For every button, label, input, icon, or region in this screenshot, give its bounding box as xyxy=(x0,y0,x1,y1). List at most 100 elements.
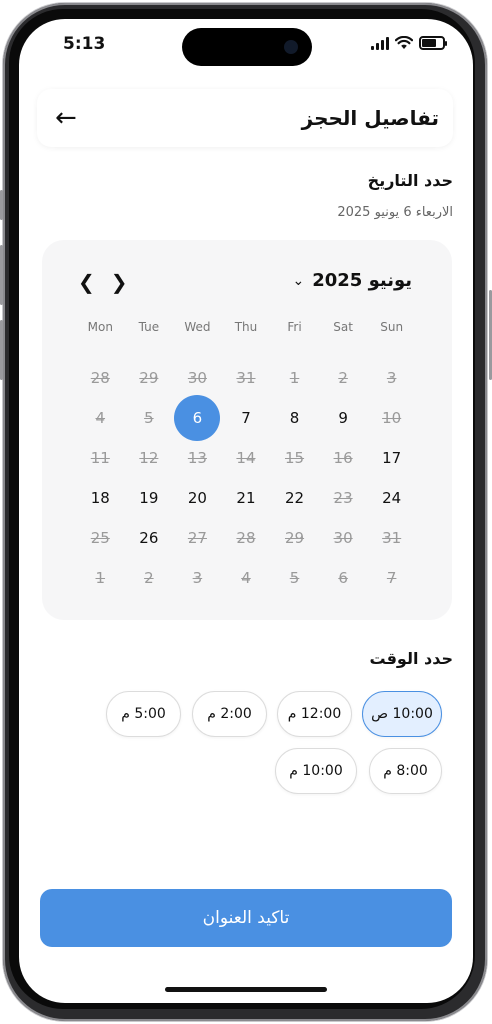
calendar-day[interactable]: 7 xyxy=(222,398,271,438)
calendar-day: 1 xyxy=(76,558,125,598)
calendar-day[interactable]: 22 xyxy=(270,478,319,518)
time-slot[interactable]: 8:00 م xyxy=(369,748,442,794)
screen: 5:13 ← تفاصيل الحجز حدد التاريخ الاربعاء… xyxy=(19,19,473,1003)
day-number: 16 xyxy=(333,449,353,467)
calendar-day: 29 xyxy=(270,518,319,558)
calendar-day[interactable]: 8 xyxy=(270,398,319,438)
day-number: 3 xyxy=(192,569,203,587)
day-number: 11 xyxy=(90,449,110,467)
day-number: 5 xyxy=(144,409,154,427)
weekday-label: Sun xyxy=(380,320,404,334)
signal-icon xyxy=(371,37,389,50)
calendar-day: 3 xyxy=(173,558,222,598)
time-slot[interactable]: 12:00 م xyxy=(277,691,352,737)
confirm-button[interactable]: تاكيد العنوان xyxy=(40,889,452,947)
month-selector[interactable]: يونيو 2025 ⌄ xyxy=(292,270,412,291)
calendar-week-row: 25 26 27 28 29 30 31 xyxy=(76,518,416,558)
day-number: 9 xyxy=(338,409,348,427)
calendar-day: 2 xyxy=(319,358,368,398)
time-slot[interactable]: 2:00 م xyxy=(192,691,267,737)
calendar-day: 14 xyxy=(222,438,271,478)
day-number: 3 xyxy=(386,369,397,387)
calendar-week-row: 4 5 6 7 8 9 10 xyxy=(76,395,416,441)
calendar-day: 6 xyxy=(319,558,368,598)
calendar-day: 11 xyxy=(76,438,125,478)
weekday-label: Thu xyxy=(234,320,258,334)
day-number: 30 xyxy=(333,529,353,547)
action-button xyxy=(0,190,3,220)
volume-up-button xyxy=(0,245,3,305)
arrow-left-icon[interactable]: ← xyxy=(51,101,81,135)
day-number: 12 xyxy=(139,449,159,467)
month-label: يونيو 2025 xyxy=(312,270,412,291)
calendar-nav: ❮ ❯ xyxy=(78,270,128,294)
calendar-day[interactable]: 20 xyxy=(173,478,222,518)
calendar-day: 25 xyxy=(76,518,125,558)
day-number: 20 xyxy=(187,489,207,507)
volume-down-button xyxy=(0,320,3,380)
day-number: 22 xyxy=(284,489,305,507)
day-number: 15 xyxy=(284,449,305,467)
day-number: 27 xyxy=(187,529,207,547)
day-number: 7 xyxy=(241,409,251,427)
chevron-right-icon[interactable]: ❯ xyxy=(111,270,128,294)
dynamic-island xyxy=(182,28,312,66)
chevron-left-icon[interactable]: ❮ xyxy=(78,270,95,294)
calendar-day: 4 xyxy=(76,398,125,438)
calendar: ❮ ❯ يونيو 2025 ⌄ Mon Tue Wed Thu Fri Sat Sun 2… xyxy=(42,240,452,620)
calendar-day: 15 xyxy=(270,438,319,478)
day-number: 17 xyxy=(382,449,402,467)
weekday-label: Mon xyxy=(87,320,113,334)
selected-date-text: الاربعاء 6 يونيو 2025 xyxy=(337,205,453,220)
day-number: 31 xyxy=(236,369,256,387)
time-slot[interactable]: 5:00 م xyxy=(106,691,181,737)
weekday-label: Fri xyxy=(287,320,302,334)
day-number: 24 xyxy=(382,489,402,507)
calendar-day: 16 xyxy=(319,438,368,478)
weekday-header: Mon Tue Wed Thu Fri Sat Sun xyxy=(76,320,416,334)
day-number: 28 xyxy=(90,369,110,387)
calendar-day-selected[interactable]: 6 xyxy=(173,395,222,441)
calendar-day[interactable]: 21 xyxy=(222,478,271,518)
calendar-day: 29 xyxy=(125,358,174,398)
calendar-day: 3 xyxy=(367,358,416,398)
calendar-day: 27 xyxy=(173,518,222,558)
status-icons xyxy=(371,36,447,50)
calendar-days: 28 29 30 31 1 2 3 4 5 6 7 8 9 10 11 12 13 14 15 16 17 18 19 20 2… xyxy=(76,358,416,598)
calendar-day[interactable]: 9 xyxy=(319,398,368,438)
calendar-week-row: 11 12 13 14 15 16 17 xyxy=(76,438,416,478)
calendar-day: 28 xyxy=(76,358,125,398)
calendar-day: 4 xyxy=(222,558,271,598)
calendar-day: 28 xyxy=(222,518,271,558)
calendar-day: 30 xyxy=(319,518,368,558)
day-number: 5 xyxy=(289,569,300,587)
calendar-day[interactable]: 17 xyxy=(367,438,416,478)
day-number: 13 xyxy=(187,449,207,467)
calendar-day: 2 xyxy=(125,558,174,598)
chevron-down-icon: ⌄ xyxy=(292,272,305,289)
calendar-day: 31 xyxy=(222,358,271,398)
calendar-day: 12 xyxy=(125,438,174,478)
day-number: 29 xyxy=(139,369,159,387)
day-number: 29 xyxy=(284,529,305,547)
day-number: 31 xyxy=(382,529,402,547)
day-number: 4 xyxy=(241,569,251,587)
page-title: تفاصيل الحجز xyxy=(301,106,439,130)
calendar-day[interactable]: 19 xyxy=(125,478,174,518)
day-number: 21 xyxy=(236,489,256,507)
day-number: 14 xyxy=(236,449,256,467)
calendar-day[interactable]: 26 xyxy=(125,518,174,558)
day-number: 1 xyxy=(289,369,300,387)
day-number: 1 xyxy=(95,569,106,587)
calendar-day[interactable]: 24 xyxy=(367,478,416,518)
calendar-day[interactable]: 18 xyxy=(76,478,125,518)
day-number: 2 xyxy=(338,369,348,387)
calendar-day: 30 xyxy=(173,358,222,398)
camera-icon xyxy=(284,40,298,54)
time-slot[interactable]: 10:00 ص xyxy=(362,691,442,737)
day-number: 18 xyxy=(90,489,110,507)
calendar-day: 1 xyxy=(270,358,319,398)
wifi-icon xyxy=(395,36,413,49)
time-slot[interactable]: 10:00 م xyxy=(275,748,357,794)
day-number: 19 xyxy=(139,489,159,507)
